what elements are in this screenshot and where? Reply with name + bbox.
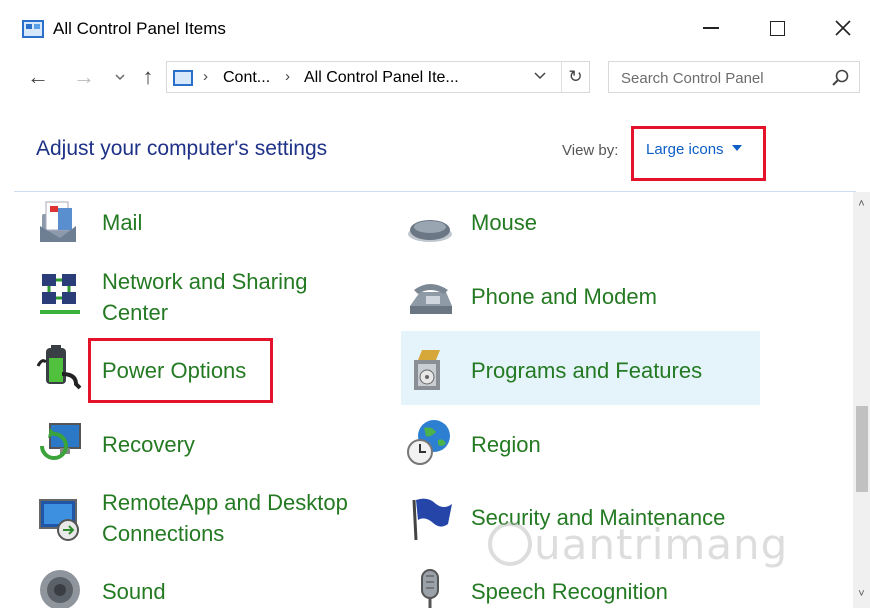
item-label-programs-features[interactable]: Programs and Features xyxy=(471,355,702,386)
forward-arrow-icon: → xyxy=(73,64,95,89)
header-divider xyxy=(14,191,856,192)
mail-icon xyxy=(40,201,76,242)
breadcrumb-control-panel[interactable]: Cont... xyxy=(223,69,270,87)
item-label-phone-modem[interactable]: Phone and Modem xyxy=(471,281,657,312)
recent-locations-button[interactable] xyxy=(106,62,134,92)
maximize-button[interactable] xyxy=(754,10,800,46)
breadcrumb-separator[interactable]: › xyxy=(285,68,290,85)
close-icon xyxy=(835,20,851,36)
watermark-text: uantrimang xyxy=(534,520,789,569)
refresh-icon: ↻ xyxy=(568,67,583,86)
window-title: All Control Panel Items xyxy=(53,19,226,38)
back-arrow-icon: ← xyxy=(27,64,49,89)
item-label-recovery[interactable]: Recovery xyxy=(102,429,195,460)
item-label-region[interactable]: Region xyxy=(471,429,541,460)
item-label-speech-recognition[interactable]: Speech Recognition xyxy=(471,576,668,607)
speaker-icon xyxy=(40,570,80,608)
scroll-thumb[interactable] xyxy=(856,406,868,492)
forward-button[interactable]: → xyxy=(70,62,98,92)
chevron-down-icon xyxy=(534,72,546,80)
view-by-label: View by: xyxy=(562,142,619,159)
phone-icon xyxy=(410,284,452,314)
control-panel-icon xyxy=(173,70,193,86)
up-arrow-icon: ↑ xyxy=(142,64,154,89)
minimize-button[interactable] xyxy=(688,10,734,46)
scroll-up-button[interactable]: ˄ xyxy=(853,198,870,212)
item-label-sound[interactable]: Sound xyxy=(102,576,166,607)
remote-desktop-icon xyxy=(39,499,79,541)
chevron-down-icon xyxy=(115,74,125,81)
back-button[interactable]: ← xyxy=(24,62,52,92)
title-bar: All Control Panel Items xyxy=(0,0,870,58)
address-dropdown-button[interactable] xyxy=(533,67,547,88)
highlight-box-power-options xyxy=(88,338,273,403)
mouse-icon xyxy=(408,220,452,242)
item-label-network-line1[interactable]: Network and Sharing xyxy=(102,266,307,297)
network-icon xyxy=(40,274,80,314)
minimize-icon xyxy=(703,27,719,29)
item-label-network-line2[interactable]: Center xyxy=(102,297,168,328)
highlight-box-view-by xyxy=(631,126,766,181)
refresh-button[interactable]: ↻ xyxy=(561,62,589,92)
item-label-mail[interactable]: Mail xyxy=(102,207,142,238)
battery-power-icon xyxy=(36,345,82,390)
item-label-mouse[interactable]: Mouse xyxy=(471,207,537,238)
item-label-remoteapp-line2[interactable]: Connections xyxy=(102,518,224,549)
search-icon xyxy=(832,69,849,86)
vertical-scrollbar[interactable]: ˄ ˅ xyxy=(853,192,870,608)
close-button[interactable] xyxy=(820,10,866,46)
navigation-bar: ← → ↑ › Cont... › All Control Panel Ite.… xyxy=(0,58,870,98)
watermark-logo-icon xyxy=(488,522,532,566)
search-input[interactable]: Search Control Panel xyxy=(608,61,860,93)
recovery-icon xyxy=(40,423,81,460)
control-panel-icon xyxy=(22,20,44,38)
breadcrumb-all-items[interactable]: All Control Panel Ite... xyxy=(304,69,459,87)
programs-icon xyxy=(414,350,440,390)
item-label-remoteapp-line1[interactable]: RemoteApp and Desktop xyxy=(102,487,348,518)
microphone-icon xyxy=(421,569,439,608)
scroll-down-button[interactable]: ˅ xyxy=(853,588,870,602)
breadcrumb-separator[interactable]: › xyxy=(203,68,208,85)
search-placeholder: Search Control Panel xyxy=(621,70,764,87)
page-heading: Adjust your computer's settings xyxy=(36,137,328,160)
region-globe-icon xyxy=(407,420,450,465)
up-button[interactable]: ↑ xyxy=(134,62,162,92)
address-bar[interactable]: › Cont... › All Control Panel Ite... ↻ xyxy=(166,61,590,93)
security-flag-icon xyxy=(412,498,452,541)
maximize-icon xyxy=(769,20,785,36)
